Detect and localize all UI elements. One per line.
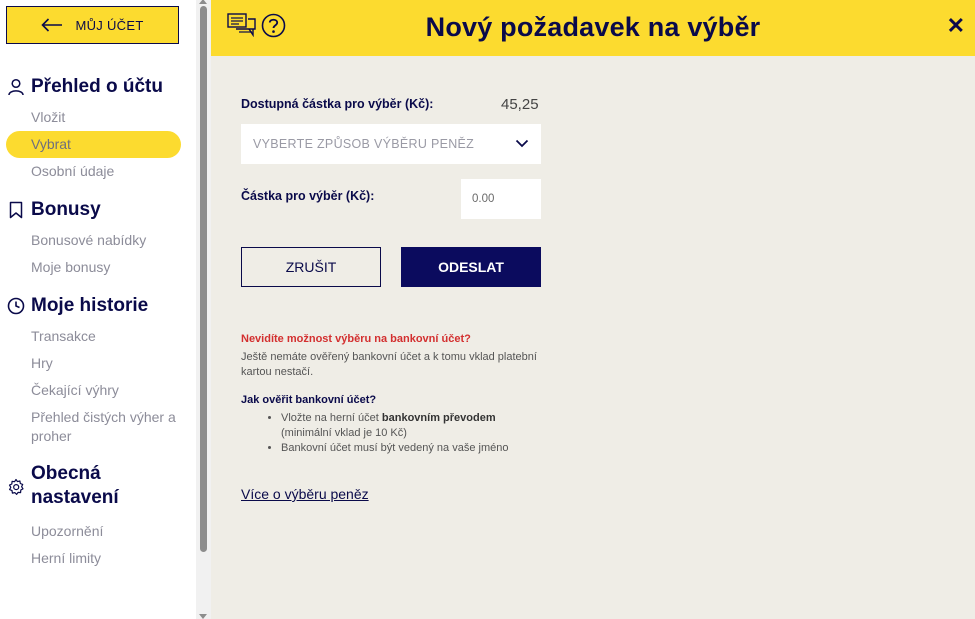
section-title-line: nastavení xyxy=(31,487,119,508)
sidebar-item-game-limits[interactable]: Herní limity xyxy=(6,545,181,572)
section-bonuses: Bonusy xyxy=(0,197,196,227)
sidebar-scrollbar-thumb[interactable] xyxy=(200,6,207,552)
verify-bank-title: Jak ověřit bankovní účet? xyxy=(241,394,377,406)
list-item-text: (minimální vklad je 10 Kč) xyxy=(281,427,407,439)
my-account-label: MŮJ ÚČET xyxy=(75,17,144,33)
scroll-down-arrow-icon[interactable] xyxy=(199,614,207,619)
sidebar-nav: Přehled o účtu Vložit Vybrat Osobní údaj… xyxy=(0,74,196,572)
list-item: Vložte na herní účet bankovním převodem … xyxy=(281,411,541,441)
sidebar: MŮJ ÚČET Přehled o účtu Vložit Vybrat Os… xyxy=(0,0,196,619)
bank-warning-title: Nevidíte možnost výběru na bankovní účet… xyxy=(241,333,471,345)
cancel-button[interactable]: ZRUŠIT xyxy=(241,247,381,287)
sidebar-item-notifications[interactable]: Upozornění xyxy=(6,518,181,545)
sidebar-item-my-bonuses[interactable]: Moje bonusy xyxy=(6,254,181,281)
withdrawal-amount-label: Částka pro výběr (Kč): xyxy=(241,189,375,203)
bookmark-icon xyxy=(9,201,22,219)
my-account-button[interactable]: MŮJ ÚČET xyxy=(6,6,179,44)
section-history: Moje historie xyxy=(0,293,196,323)
page-title: Nový požadavek na výběr xyxy=(425,12,761,42)
withdrawal-method-select[interactable]: VYBERTE ZPŮSOB VÝBĚRU PENĚZ xyxy=(241,124,541,164)
user-icon xyxy=(7,78,24,96)
sidebar-item-deposit[interactable]: Vložit xyxy=(6,104,181,131)
scroll-up-arrow-icon[interactable] xyxy=(199,0,207,4)
submit-button[interactable]: ODESLAT xyxy=(401,247,541,287)
sidebar-item-pending-wins[interactable]: Čekající výhry xyxy=(6,377,181,404)
section-title: Obecná nastavení xyxy=(31,462,119,510)
section-general-settings: Obecná nastavení xyxy=(0,462,196,518)
arrow-left-icon xyxy=(41,18,63,32)
available-amount-value: 45,25 xyxy=(501,96,539,113)
list-item-text: Vložte na herní účet xyxy=(281,412,382,424)
section-title: Bonusy xyxy=(31,199,101,220)
available-amount-label: Dostupná částka pro výběr (Kč): xyxy=(241,97,434,111)
withdrawal-amount-input[interactable] xyxy=(461,179,541,219)
clock-icon xyxy=(7,297,24,315)
sidebar-item-net-results[interactable]: Přehled čistých výher a proher xyxy=(6,404,181,450)
withdrawal-method-placeholder: VYBERTE ZPŮSOB VÝBĚRU PENĚZ xyxy=(253,137,475,151)
verify-bank-steps: Vložte na herní účet bankovním převodem … xyxy=(241,411,541,456)
sidebar-item-transactions[interactable]: Transakce xyxy=(6,323,181,350)
chevron-down-icon xyxy=(515,139,529,148)
list-item-bold: bankovním převodem xyxy=(381,412,496,424)
sidebar-item-games[interactable]: Hry xyxy=(6,350,181,377)
modal-header: Nový požadavek na výběr ✕ xyxy=(211,0,975,56)
list-item: Bankovní účet musí být vedený na vaše jm… xyxy=(281,441,541,456)
sidebar-item-bonus-offers[interactable]: Bonusové nabídky xyxy=(6,227,181,254)
sidebar-item-personal-info[interactable]: Osobní údaje xyxy=(6,158,181,185)
section-title-line: Obecná xyxy=(31,463,101,484)
close-icon[interactable]: ✕ xyxy=(947,13,965,39)
gear-icon xyxy=(8,478,24,495)
bank-warning-text: Ještě nemáte ověřený bankovní účet a k t… xyxy=(241,351,537,378)
sidebar-item-withdraw[interactable]: Vybrat xyxy=(6,131,181,158)
section-title: Přehled o účtu xyxy=(31,76,163,97)
section-account-overview: Přehled o účtu xyxy=(0,74,196,104)
more-about-withdrawal-link[interactable]: Více o výběru peněz xyxy=(241,486,369,502)
section-title: Moje historie xyxy=(31,295,149,316)
